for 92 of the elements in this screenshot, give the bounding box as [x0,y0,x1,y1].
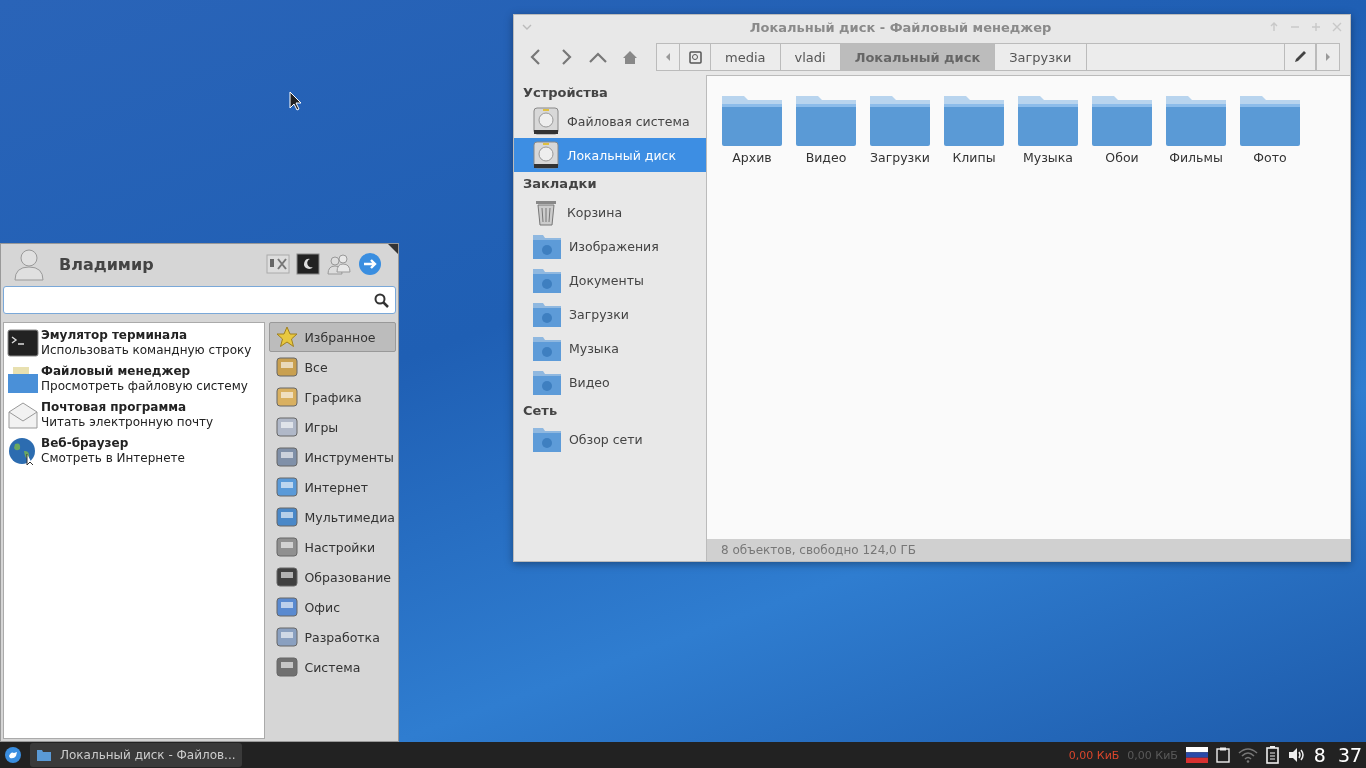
category-item[interactable]: Игры [268,412,396,442]
envelope-icon [7,400,39,430]
app-item[interactable]: Почтовая программа Читать электронную почту [4,397,264,433]
wifi-icon[interactable] [1237,747,1258,763]
folder-icon [720,94,784,148]
sidebar-heading: Устройства [522,84,609,102]
category-item[interactable]: Инструменты [268,442,396,472]
sidebar-item[interactable]: Изображения [514,229,706,263]
folder-icon [1016,94,1080,148]
category-item[interactable]: Все [268,352,396,382]
sidebar-item[interactable]: Файловая система [514,104,706,138]
category-icon [274,625,299,649]
folder-item[interactable]: Загрузки [863,94,937,165]
clipboard-icon[interactable] [1215,747,1230,763]
sidebar-item[interactable]: Обзор сети [514,422,706,456]
sidebar-item[interactable]: Музыка [514,331,706,365]
path-button[interactable]: vladi [780,44,841,70]
window-title: Локальный диск - Файловый менеджер [748,19,1053,35]
task-button[interactable]: Локальный диск - Файлов... [30,743,242,767]
resize-corner-icon[interactable] [388,244,398,254]
folder-icon [868,94,932,148]
users-icon[interactable] [326,253,352,275]
folder-icon [7,364,39,394]
category-icon [274,355,299,379]
app-item[interactable]: Файловый менеджер Просмотреть файловую систему [4,361,264,397]
lock-screen-icon[interactable] [296,253,320,275]
folder-icon [1238,94,1302,148]
category-icon [274,565,299,589]
category-icon [274,385,299,409]
category-icon [274,595,299,619]
terminal-icon [7,328,39,358]
sidebar-heading: Закладки [522,175,598,193]
category-icon [274,505,299,529]
user-avatar-icon [13,247,45,281]
sidebar-item[interactable]: Видео [514,365,706,399]
drive-icon [688,50,702,64]
folder-icon [1164,94,1228,148]
category-item[interactable]: Настройки [268,532,396,562]
sidebar-item[interactable]: Загрузки [514,297,706,331]
category-item[interactable]: Интернет [268,472,396,502]
left-arrow-icon [665,53,671,61]
home-icon[interactable] [622,49,638,65]
app-item[interactable]: Веб-браузер Смотреть в Интернете [4,433,264,469]
star-icon [274,325,299,349]
logout-icon[interactable] [358,252,382,276]
folder-item[interactable]: Обои [1085,94,1159,165]
search-icon [374,292,389,308]
volume-icon[interactable] [1287,747,1306,763]
flag-icon[interactable] [1185,747,1208,763]
network-speed: 0,00 КиБ [1068,748,1120,762]
folder-icon [794,94,858,148]
category-item[interactable]: Разработка [268,622,396,652]
category-item[interactable]: Мультимедиа [268,502,396,532]
category-icon [274,475,299,499]
category-icon [274,535,299,559]
hard-drive-icon [531,106,561,136]
category-item[interactable]: Система [268,652,396,682]
up-icon[interactable] [588,50,608,64]
folder-item[interactable]: Видео [789,94,863,165]
hard-drive-icon [531,140,561,170]
user-name: Владимир [59,254,155,274]
folder-item[interactable]: Клипы [937,94,1011,165]
folder-item[interactable]: Фото [1233,94,1307,165]
category-icon [274,655,299,679]
settings-icon[interactable] [266,253,290,275]
sidebar-item[interactable]: Корзина [514,195,706,229]
sidebar-heading: Сеть [522,402,559,420]
search-field[interactable] [3,286,396,314]
sidebar-item[interactable]: Документы [514,263,706,297]
folder-item[interactable]: Музыка [1011,94,1085,165]
pencil-icon [1292,49,1308,65]
folder-icon [1090,94,1154,148]
path-button[interactable]: Загрузки [995,44,1087,70]
category-item[interactable]: Офис [268,592,396,622]
category-item[interactable]: Избранное [268,322,396,352]
menu-icon[interactable] [4,746,22,764]
folder-item[interactable]: Фильмы [1159,94,1233,165]
category-icon [274,415,299,439]
category-icon [274,445,299,469]
path-button[interactable]: media [711,44,781,70]
app-item[interactable]: Эмулятор терминала Использовать командную строку [4,325,264,361]
edit-path-button[interactable] [1284,44,1316,70]
category-item[interactable]: Образование [268,562,396,592]
clock: 8 37 [1313,743,1362,767]
battery-icon[interactable] [1265,746,1280,764]
folder-icon [942,94,1006,148]
mouse-pointer-icon [289,91,303,111]
right-arrow-icon [1325,53,1331,61]
folder-item[interactable]: Архив [715,94,789,165]
folder-icon [36,748,52,762]
status-text: 8 объектов, свободно 124,0 ГБ [707,539,1350,561]
category-item[interactable]: Графика [268,382,396,412]
